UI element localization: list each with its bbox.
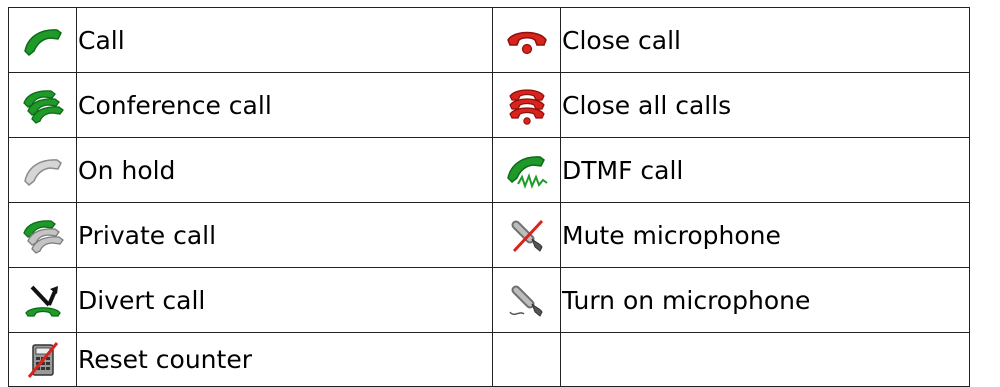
legend-row: Divert call Turn on microphone <box>8 267 970 333</box>
legend-label-cell: Close all calls <box>560 72 970 138</box>
legend-icon-cell <box>492 7 561 73</box>
empty-icon-cell <box>492 332 561 387</box>
calculator-crossed-icon <box>20 340 66 380</box>
legend-label-cell: Close call <box>560 7 970 73</box>
empty-label-cell <box>560 332 970 387</box>
legend-label-cell: Reset counter <box>76 332 493 387</box>
legend-row: Reset counter <box>8 332 970 387</box>
legend-label-cell: Divert call <box>76 267 493 333</box>
legend-row: Conference call Close all calls <box>8 72 970 138</box>
legend-icon-cell <box>492 72 561 138</box>
green-handset-icon <box>20 20 66 60</box>
red-handset-hangup-icon <box>504 20 550 60</box>
legend-label-cell: Mute microphone <box>560 202 970 268</box>
legend-icon-cell <box>8 267 77 333</box>
legend-icon-cell <box>8 202 77 268</box>
legend-icon-cell <box>8 72 77 138</box>
legend-label-cell: On hold <box>76 137 493 203</box>
legend-label-cell: Turn on microphone <box>560 267 970 333</box>
legend-label-cell: DTMF call <box>560 137 970 203</box>
green-multiple-handsets-icon <box>20 85 66 125</box>
legend-label-cell: Private call <box>76 202 493 268</box>
legend-icon-cell <box>8 137 77 203</box>
legend-row: On hold DTMF call <box>8 137 970 203</box>
legend-icon-cell <box>492 137 561 203</box>
legend-icon-cell <box>492 267 561 333</box>
green-grey-handsets-icon <box>20 215 66 255</box>
legend-icon-cell <box>492 202 561 268</box>
red-multiple-handsets-hangup-icon <box>504 85 550 125</box>
legend-icon-cell <box>8 332 77 387</box>
microphone-icon <box>504 280 550 320</box>
legend-label-cell: Call <box>76 7 493 73</box>
microphone-muted-icon <box>504 215 550 255</box>
divert-arrow-handset-icon <box>20 280 66 320</box>
legend-row: Private call Mute microphone <box>8 202 970 268</box>
legend-icon-cell <box>8 7 77 73</box>
green-handset-dtmf-wave-icon <box>504 150 550 190</box>
legend-row: Call Close call <box>8 7 970 73</box>
legend-label-cell: Conference call <box>76 72 493 138</box>
icon-legend-table: Call Close call Conference call Close al… <box>8 7 970 387</box>
grey-handset-icon <box>20 150 66 190</box>
